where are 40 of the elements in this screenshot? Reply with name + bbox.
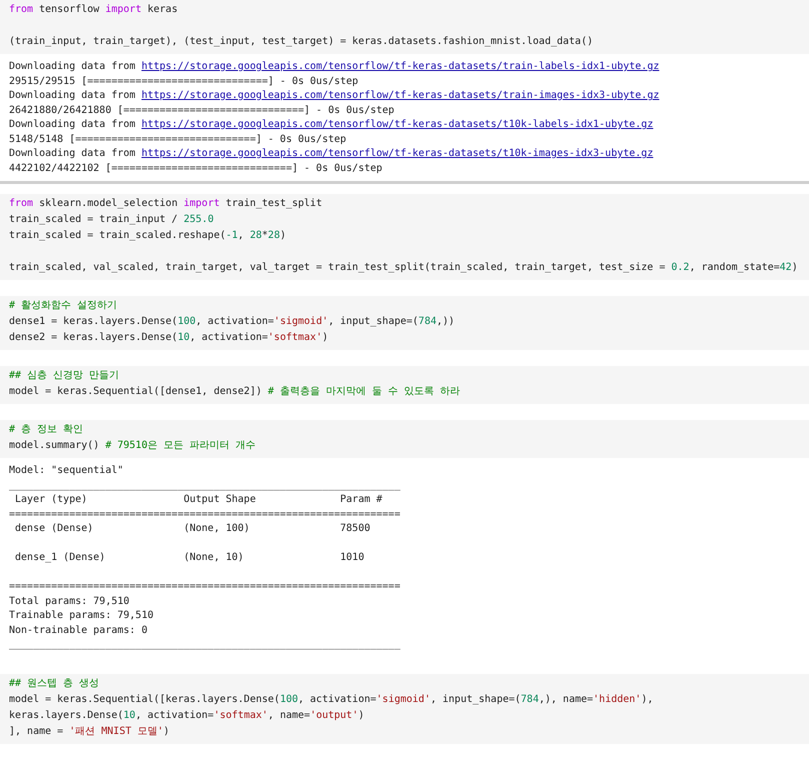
- output-line: =================================================================: [9, 508, 402, 522]
- code-line: ## 원스텝 층 생성: [9, 676, 100, 690]
- output-line: Trainable params: 79,510: [9, 609, 154, 623]
- download-link[interactable]: https://storage.googleapis.com/tensorflow/tf-keras-datasets/train-labels-idx1-ubyte.gz: [141, 61, 660, 72]
- output-line: Model: "sequential": [9, 464, 124, 478]
- code-line: train_scaled = train_input / 255.0: [9, 213, 215, 227]
- code-line: # 층 정보 확인: [9, 423, 84, 437]
- code-line: model.summary() # 79510은 모든 파라미터 개수: [9, 439, 257, 453]
- output-line: Layer (type) Output Shape Param #: [14, 493, 384, 507]
- code-line: (train_input, train_target), (test_input, test_target) = keras.datasets.fashion_mnist.load_data(): [9, 35, 594, 49]
- output-line: _________________________________________________________________: [9, 638, 402, 652]
- output-text: Downloading data from: [9, 61, 136, 72]
- output-line: 5148/5148 [==============================] - 0s 0us/step: [9, 132, 348, 146]
- code-line: ], name = '패션 MNIST 모델'): [9, 724, 170, 738]
- code-line: dense2 = keras.layers.Dense(10, activation='softmax'): [9, 331, 330, 345]
- output-line: dense (Dense) (None, 100) 78500: [14, 522, 372, 536]
- code-line: from tensorflow import keras: [9, 3, 179, 17]
- download-link[interactable]: https://storage.googleapis.com/tensorflow/tf-keras-datasets/t10k-labels-idx1-ubyte.gz: [141, 119, 654, 130]
- output-text: Downloading data from: [9, 90, 136, 101]
- code-line: # 활성화함수 설정하기: [9, 299, 118, 313]
- output-text: Downloading data from: [9, 148, 136, 159]
- output-line: =================================================================: [9, 580, 402, 594]
- output-line: 29515/29515 [==============================] - 0s 0us/step: [9, 74, 360, 88]
- output-line: 4422102/4422102 [==============================] - 0s 0us/step: [9, 162, 384, 176]
- code-line: from sklearn.model_selection import train_test_split: [9, 197, 324, 211]
- code-line: ## 심층 신경망 만들기: [9, 369, 120, 383]
- code-line: train_scaled = train_scaled.reshape(-1, 28*28): [9, 229, 287, 243]
- output-line: 26421880/26421880 [==============================] - 0s 0us/step: [9, 104, 396, 118]
- output-line: _________________________________________________________________: [9, 478, 402, 492]
- code-line: keras.layers.Dense(10, activation='softmax', name='output'): [9, 708, 366, 722]
- output-line: dense_1 (Dense) (None, 10) 1010: [14, 551, 366, 565]
- output-line: Non-trainable params: 0: [9, 624, 148, 638]
- output-text: Downloading data from: [9, 119, 136, 130]
- code-line: model = keras.Sequential([dense1, dense2]) # 출력층을 마지막에 둘 수 있도록 하라: [9, 385, 462, 399]
- code-line: model = keras.Sequential([keras.layers.Dense(100, activation='sigmoid', input_shape=(784,), name='hidden'),: [9, 692, 654, 706]
- code-line: train_scaled, val_scaled, train_target, val_target = train_test_split(train_scaled, train_target, test_size = 0.2, random_state=42): [9, 261, 799, 275]
- download-link[interactable]: https://storage.googleapis.com/tensorflow/tf-keras-datasets/t10k-images-idx3-ubyte.gz: [141, 148, 654, 159]
- download-link[interactable]: https://storage.googleapis.com/tensorflow/tf-keras-datasets/train-images-idx3-ubyte.gz: [141, 90, 660, 101]
- output-line: Total params: 79,510: [9, 594, 130, 608]
- code-line: dense1 = keras.layers.Dense(100, activation='sigmoid', input_shape=(784,)): [9, 315, 456, 329]
